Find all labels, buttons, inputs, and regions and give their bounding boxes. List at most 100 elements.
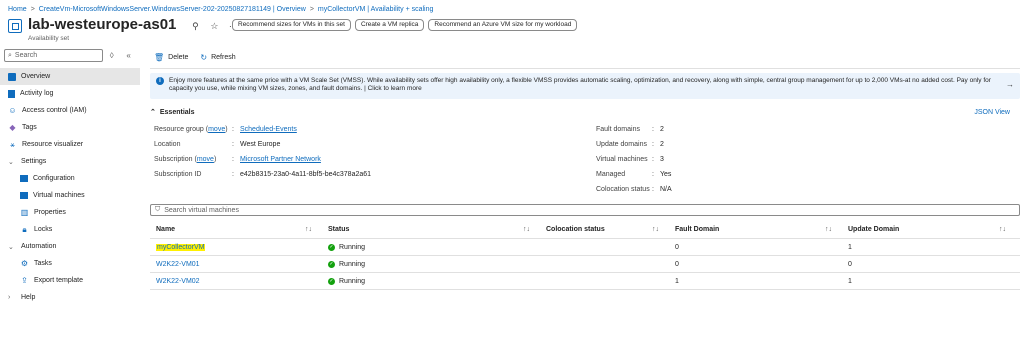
sidebar-item-label: Properties: [34, 209, 66, 216]
page-subtitle: Availability set: [28, 35, 70, 42]
page-title: lab-westeurope-as01: [28, 16, 177, 33]
vm-name-link[interactable]: myCollectorVM: [156, 243, 206, 251]
vm-update-domain: 0: [848, 260, 852, 268]
vm-search-placeholder: Search virtual machines: [164, 206, 239, 214]
refresh-button[interactable]: ↻ Refresh: [200, 53, 235, 62]
sidebar-item-label: Automation: [21, 243, 57, 250]
sort-icon[interactable]: ↑↓: [999, 226, 1006, 233]
sidebar-item-activity-log[interactable]: Activity log: [0, 85, 140, 102]
sidebar-item-label: Virtual machines: [33, 192, 85, 199]
vm-name-link[interactable]: W2K22-VM01: [156, 261, 200, 268]
sidebar-item-label: Tasks: [34, 260, 52, 267]
header-actions: Recommend sizes for VMs in this set Crea…: [232, 19, 578, 31]
column-header-status[interactable]: Status ↑↓: [322, 226, 540, 233]
vm-fault-domain: 1: [675, 277, 679, 285]
column-header-colocation[interactable]: Colocation status ↑↓: [540, 226, 669, 233]
expand-icon[interactable]: ◊: [110, 51, 120, 60]
sidebar-item-tasks[interactable]: ⚙ Tasks: [0, 255, 140, 272]
breadcrumb-home[interactable]: Home: [8, 6, 27, 13]
vmss-info-banner[interactable]: i Enjoy more features at the same price …: [150, 73, 1020, 99]
subscription-id-value: e42b8315-23a0-4a11-8bf5-be4c378a2a61: [240, 171, 372, 178]
main-content: 🗑︎ Delete ↻ Refresh i Enjoy more feature…: [150, 48, 1020, 357]
arrow-right-icon[interactable]: →: [1006, 81, 1014, 89]
subscription-value[interactable]: Microsoft Partner Network: [240, 156, 321, 163]
vm-search-input[interactable]: ⛉ Search virtual machines: [150, 204, 1020, 216]
refresh-icon: ↻: [200, 52, 208, 62]
column-header-update-domain[interactable]: Update Domain ↑↓: [842, 226, 1016, 233]
collapse-sidebar-icon[interactable]: «: [126, 51, 136, 60]
move-subscription-link[interactable]: move: [197, 156, 214, 163]
sidebar-item-label: Access control (IAM): [22, 107, 87, 114]
sidebar-group-automation[interactable]: ⌄ Automation: [0, 238, 140, 255]
vm-status: Running: [339, 277, 366, 285]
sidebar-item-label: Overview: [21, 73, 51, 80]
pin-icon[interactable]: ⚲: [190, 21, 200, 32]
sort-icon[interactable]: ↑↓: [652, 226, 659, 233]
sidebar-item-locks[interactable]: 🔒︎ Locks: [0, 221, 140, 238]
location-value: West Europe: [240, 141, 281, 148]
sidebar-item-label: Resource visualizer: [22, 141, 84, 148]
lock-icon: 🔒︎: [22, 224, 27, 234]
vm-fault-domain: 0: [675, 243, 679, 251]
breadcrumb-separator: >: [309, 5, 314, 13]
running-status-icon: ✓: [328, 277, 335, 285]
column-header-name[interactable]: Name ↑↓: [150, 226, 322, 233]
sidebar-item-configuration[interactable]: Configuration: [0, 170, 140, 187]
sidebar-item-resource-visualizer[interactable]: ⚹ Resource visualizer: [0, 136, 140, 153]
resource-group-value[interactable]: Scheduled-Events: [240, 126, 297, 133]
refresh-label: Refresh: [211, 53, 236, 61]
tag-icon: ◆: [9, 123, 16, 132]
sidebar-item-tags[interactable]: ◆ Tags: [0, 119, 140, 136]
running-status-icon: ✓: [328, 243, 335, 251]
recommend-vm-size-button[interactable]: Recommend an Azure VM size for my worklo…: [428, 19, 578, 31]
visualizer-icon: ⚹: [10, 139, 15, 149]
sidebar-item-label: Configuration: [33, 175, 75, 182]
delete-button[interactable]: 🗑︎ Delete: [154, 53, 188, 62]
vm-status: Running: [339, 260, 366, 268]
create-vm-replica-button[interactable]: Create a VM replica: [354, 19, 425, 31]
configuration-icon: [20, 175, 28, 182]
json-view-link[interactable]: JSON View: [974, 109, 1010, 116]
table-row: myCollectorVM ✓ Running 0 1: [150, 239, 1020, 256]
breadcrumb-availability-scaling[interactable]: myCollectorVM | Availability + scaling: [318, 6, 433, 13]
recommend-sizes-button[interactable]: Recommend sizes for VMs in this set: [232, 19, 351, 31]
availability-set-icon: [8, 19, 22, 33]
vm-status: Running: [339, 243, 366, 251]
sidebar-group-settings[interactable]: ⌄ Settings: [0, 153, 140, 170]
sidebar-item-label: Activity log: [20, 90, 54, 97]
info-icon: i: [156, 77, 164, 85]
sidebar-item-label: Locks: [34, 226, 53, 233]
trash-icon: 🗑︎: [154, 52, 165, 62]
essentials-panel: Resource group (move) : Scheduled-Events…: [154, 126, 672, 193]
export-icon: ⇪: [21, 276, 28, 285]
vm-name-link[interactable]: W2K22-VM02: [156, 278, 200, 285]
sidebar-item-iam[interactable]: ☺ Access control (IAM): [0, 102, 140, 119]
essentials-title: Essentials: [159, 108, 195, 116]
sidebar-group-help[interactable]: › Help: [0, 289, 140, 306]
chevron-right-icon: ›: [8, 294, 11, 301]
search-icon: ⌕: [8, 51, 12, 59]
column-header-fault-domain[interactable]: Fault Domain ↑↓: [669, 226, 842, 233]
essentials-header: ⌃ Essentials JSON View: [150, 104, 1020, 120]
command-bar: 🗑︎ Delete ↻ Refresh: [150, 48, 1020, 66]
location-label: Location: [154, 141, 181, 148]
sidebar-item-export-template[interactable]: ⇪ Export template: [0, 272, 140, 289]
sidebar-item-properties[interactable]: ▥ Properties: [0, 204, 140, 221]
sidebar-item-overview[interactable]: Overview: [0, 68, 140, 85]
vm-table: Name ↑↓ Status ↑↓ Colocation status ↑↓ Faul…: [150, 220, 1020, 290]
essentials-toggle[interactable]: ⌃ Essentials: [150, 108, 195, 117]
sidebar-item-virtual-machines[interactable]: Virtual machines: [0, 187, 140, 204]
sidebar-search-input[interactable]: ⌕ Search: [4, 49, 103, 62]
breadcrumb-vm-deployment[interactable]: CreateVm-MicrosoftWindowsServer.WindowsS…: [39, 6, 306, 13]
sort-icon[interactable]: ↑↓: [523, 226, 530, 233]
sort-icon[interactable]: ↑↓: [305, 226, 312, 233]
colocation-value: N/A: [660, 186, 672, 193]
sort-icon[interactable]: ↑↓: [825, 226, 832, 233]
move-resource-group-link[interactable]: move: [208, 126, 225, 133]
star-icon[interactable]: ☆: [209, 21, 219, 32]
chevron-up-icon: ⌃: [150, 109, 156, 116]
resource-group-label: Resource group (move): [154, 126, 228, 133]
virtual-machines-value: 3: [660, 156, 664, 163]
activity-log-icon: [8, 89, 15, 98]
managed-label: Managed: [596, 171, 626, 178]
